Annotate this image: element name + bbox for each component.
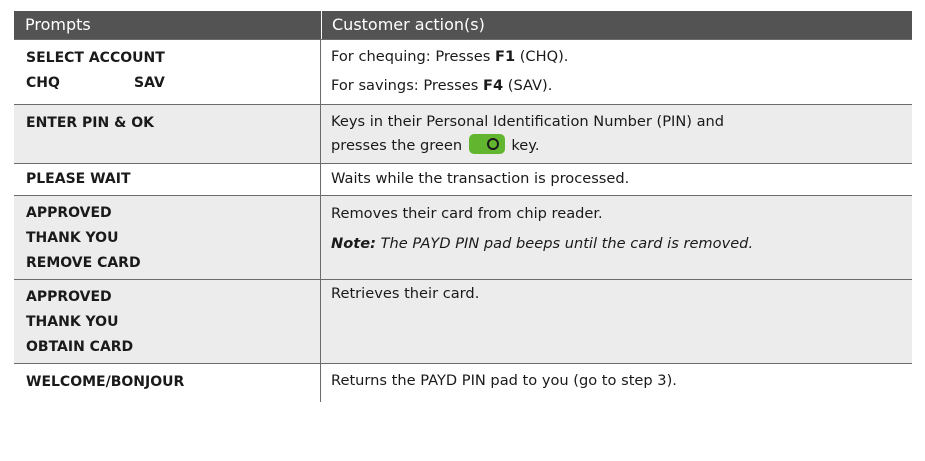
action-text: For savings: Presses F4 (SAV).: [331, 77, 553, 94]
note-label: Note:: [331, 235, 376, 252]
prompt-text: REMOVE CARD: [26, 255, 141, 271]
action-text: presses the green key.: [331, 134, 912, 158]
prompt-cell: APPROVED THANK YOU REMOVE CARD: [14, 196, 321, 279]
action-text: Waits while the transaction is processed…: [331, 170, 630, 187]
table-row: APPROVED THANK YOU REMOVE CARD Removes t…: [14, 196, 912, 280]
prompt-text: PLEASE WAIT: [26, 171, 131, 187]
key-f4: F4: [482, 77, 504, 94]
prompt-cell: SELECT ACCOUNT CHQ SAV: [14, 40, 321, 104]
prompt-cell: ENTER PIN & OK: [14, 105, 321, 163]
prompt-text: WELCOME/BONJOUR: [26, 374, 185, 390]
action-text: Returns the PAYD PIN pad to you (go to s…: [331, 372, 677, 389]
table-row: APPROVED THANK YOU OBTAIN CARD Retrieves…: [14, 280, 912, 364]
table-row: SELECT ACCOUNT CHQ SAV For chequing: Pre…: [14, 39, 912, 105]
prompt-option-sav: SAV: [134, 75, 165, 91]
table-header: Prompts Customer action(s): [14, 11, 912, 39]
green-ok-key-icon: [468, 134, 505, 154]
action-cell: Keys in their Personal Identification Nu…: [321, 105, 912, 163]
action-cell: Removes their card from chip reader. Not…: [321, 196, 912, 279]
action-text: Removes their card from chip reader.: [331, 205, 603, 222]
action-text: Retrieves their card.: [331, 285, 480, 302]
table-row: ENTER PIN & OK Keys in their Personal Id…: [14, 105, 912, 164]
action-cell: For chequing: Presses F1 (CHQ). For savi…: [321, 40, 912, 104]
prompt-cell: APPROVED THANK YOU OBTAIN CARD: [14, 280, 321, 363]
action-text: Keys in their Personal Identification Nu…: [331, 113, 725, 130]
prompt-cell: PLEASE WAIT: [14, 164, 321, 195]
action-cell: Retrieves their card.: [321, 280, 912, 363]
action-note: Note: The PAYD PIN pad beeps until the c…: [331, 235, 754, 252]
action-text: For chequing: Presses F1 (CHQ).: [331, 48, 569, 65]
table-row: PLEASE WAIT Waits while the transaction …: [14, 164, 912, 196]
prompt-option-chq: CHQ: [26, 75, 60, 91]
header-customer-actions: Customer action(s): [321, 11, 912, 39]
prompt-text: OBTAIN CARD: [26, 339, 134, 355]
key-f1: F1: [494, 48, 516, 65]
prompt-text: APPROVED: [26, 289, 112, 305]
action-cell: Returns the PAYD PIN pad to you (go to s…: [321, 364, 912, 402]
header-prompts: Prompts: [25, 15, 91, 34]
prompts-table: Prompts Customer action(s) SELECT ACCOUN…: [14, 11, 912, 402]
prompt-text: THANK YOU: [26, 314, 119, 330]
prompt-text: APPROVED: [26, 205, 112, 221]
table-row: WELCOME/BONJOUR Returns the PAYD PIN pad…: [14, 364, 912, 402]
action-cell: Waits while the transaction is processed…: [321, 164, 912, 195]
prompt-text: SELECT ACCOUNT: [26, 50, 165, 66]
prompt-text: THANK YOU: [26, 230, 119, 246]
prompt-text: ENTER PIN & OK: [26, 115, 154, 131]
prompt-cell: WELCOME/BONJOUR: [14, 364, 321, 402]
